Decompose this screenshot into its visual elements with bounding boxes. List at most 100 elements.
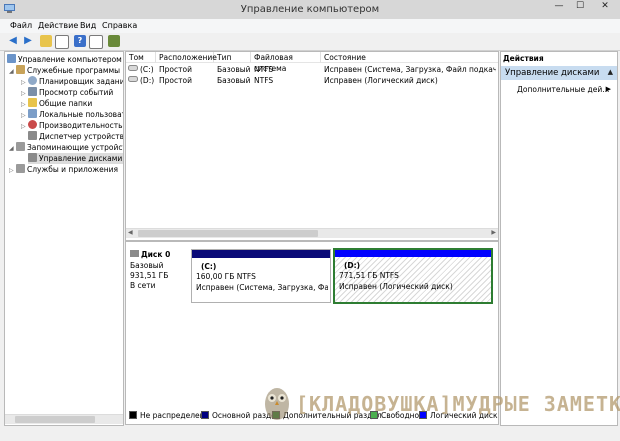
- window-title: Управление компьютером: [240, 4, 380, 15]
- tree-root[interactable]: Управление компьютером (л: [7, 54, 123, 65]
- table-row[interactable]: (C:) Простой Базовый NTFS Исправен (Сист…: [126, 64, 498, 75]
- scroll-left-icon[interactable]: ◀: [128, 229, 133, 236]
- disk-size: 931,51 ГБ: [130, 271, 169, 280]
- more-actions-item[interactable]: Дополнительные дей... ▶: [501, 84, 617, 95]
- event-viewer-icon: [28, 87, 37, 96]
- scrollbar-thumb[interactable]: [15, 416, 95, 423]
- legend: Не распределена Основной раздел Дополнит…: [125, 409, 498, 421]
- storage-icon: [16, 142, 25, 151]
- partition-label: (C:): [201, 262, 217, 271]
- volume-list-horizontal-scrollbar[interactable]: ◀ ▶: [126, 228, 498, 238]
- collapse-triangle-icon[interactable]: ▲: [608, 68, 613, 76]
- status-bar: [0, 426, 620, 441]
- clock-icon: [28, 76, 37, 85]
- expand-arrow-icon[interactable]: ▷: [21, 121, 28, 132]
- partition-d[interactable]: (D:) 771,51 ГБ NTFS Исправен (Логический…: [333, 248, 493, 304]
- disk-status: В сети: [130, 281, 156, 290]
- expand-arrow-icon[interactable]: ▷: [9, 165, 16, 176]
- legend-swatch: [419, 411, 427, 419]
- legend-logical: Логический диск: [419, 411, 498, 420]
- legend-swatch: [201, 411, 209, 419]
- volume-name: (C:): [140, 65, 154, 74]
- disk-management-icon: [28, 153, 37, 162]
- disk-header: Диск 0: [130, 250, 170, 259]
- device-manager-icon: [28, 131, 37, 140]
- tree-item-shared-folders[interactable]: ▷ Общие папки: [21, 98, 92, 109]
- tree-item-disk-management[interactable]: Управление дисками: [28, 153, 123, 164]
- toolbar: ◀ ▶ ?: [0, 33, 620, 51]
- menu-help[interactable]: Справка: [102, 21, 137, 30]
- legend-free: Свободно: [370, 411, 419, 420]
- legend-swatch: [272, 411, 280, 419]
- volume-location: Простой: [159, 76, 192, 85]
- disk-drive-icon: [130, 250, 139, 257]
- volume-type: Базовый: [217, 76, 251, 85]
- legend-swatch: [370, 411, 378, 419]
- tree-item-services-apps[interactable]: ▷ Службы и приложения: [9, 164, 118, 175]
- volume-filesystem: NTFS: [254, 65, 274, 74]
- legend-swatch: [129, 411, 137, 419]
- volume-name: (D:): [140, 76, 155, 85]
- actions-section-header[interactable]: Управление дисками ▲: [501, 66, 617, 80]
- collapse-arrow-icon[interactable]: ◢: [9, 143, 16, 154]
- close-button[interactable]: ✕: [592, 0, 618, 15]
- partition-label: (D:): [344, 261, 361, 270]
- actions-header: Действия: [503, 54, 544, 63]
- tree-item-event-viewer[interactable]: ▷ Просмотр событий: [21, 87, 113, 98]
- volume-status: Исправен (Система, Загрузка, Файл подкач…: [324, 65, 496, 74]
- title-bar: Управление компьютером — ☐ ✕: [0, 0, 620, 20]
- menu-action[interactable]: Действие: [38, 21, 78, 30]
- properties-icon[interactable]: [89, 35, 103, 49]
- services-icon: [16, 164, 25, 173]
- tree-item-storage[interactable]: ◢ Запоминающие устройст: [9, 142, 123, 154]
- tree-item-task-scheduler[interactable]: ▷ Планировщик заданий: [21, 76, 123, 87]
- disk-info[interactable]: Диск 0 Базовый 931,51 ГБ В сети: [130, 250, 188, 300]
- partition-status: Исправен (Система, Загрузка, Файл пс: [196, 283, 328, 292]
- primary-partition-bar: [192, 250, 330, 258]
- minimize-button[interactable]: —: [549, 0, 569, 15]
- tree-item-local-users[interactable]: ▷ Локальные пользовате: [21, 109, 123, 120]
- menu-file[interactable]: Файл: [10, 21, 32, 30]
- shared-folder-icon: [28, 98, 37, 107]
- volume-filesystem: NTFS: [254, 76, 274, 85]
- disk-type: Базовый: [130, 261, 164, 270]
- forward-arrow-icon[interactable]: ▶: [22, 35, 34, 47]
- legend-unallocated: Не распределена: [129, 411, 209, 420]
- volume-location: Простой: [159, 65, 192, 74]
- legend-extended: Дополнительный раздел: [272, 411, 382, 420]
- scrollbar-thumb[interactable]: [138, 230, 318, 237]
- tools-icon: [16, 65, 25, 74]
- up-folder-icon[interactable]: [40, 35, 52, 47]
- menu-view[interactable]: Вид: [80, 21, 96, 30]
- collapse-arrow-icon[interactable]: ◢: [9, 66, 16, 77]
- column-header-type[interactable]: Тип: [214, 52, 251, 63]
- volume-status: Исправен (Логический диск): [324, 76, 438, 85]
- logical-disk-bar: [335, 250, 491, 257]
- partition-size: 771,51 ГБ NTFS: [339, 271, 399, 280]
- drive-icon: [128, 64, 138, 75]
- column-header-file-system[interactable]: Файловая система: [251, 52, 321, 73]
- show-hide-tree-icon[interactable]: [55, 35, 69, 49]
- disk-view-pane: Диск 0 Базовый 931,51 ГБ В сети (C:) 160…: [125, 241, 499, 425]
- tree-item-performance[interactable]: ▷ Производительность: [21, 120, 123, 131]
- tree-item-utilities[interactable]: ◢ Служебные программы: [9, 65, 120, 76]
- submenu-arrow-icon: ▶: [605, 85, 611, 93]
- legend-primary: Основной раздел: [201, 411, 281, 420]
- performance-icon: [28, 120, 37, 129]
- back-arrow-icon[interactable]: ◀: [7, 35, 19, 47]
- table-row[interactable]: (D:) Простой Базовый NTFS Исправен (Логи…: [126, 75, 498, 86]
- partition-inner: (D:) 771,51 ГБ NTFS Исправен (Логический…: [338, 260, 470, 300]
- computer-icon: [7, 54, 16, 63]
- partition-size: 160,00 ГБ NTFS: [196, 272, 256, 281]
- column-header-location[interactable]: Расположение: [156, 52, 217, 63]
- tree-item-device-manager[interactable]: Диспетчер устройств: [28, 131, 123, 142]
- tree-horizontal-scrollbar[interactable]: [5, 414, 123, 424]
- partition-c[interactable]: (C:) 160,00 ГБ NTFS Исправен (Система, З…: [191, 249, 331, 303]
- column-header-status[interactable]: Состояние: [321, 52, 498, 63]
- snapin-icon[interactable]: [108, 35, 120, 47]
- scroll-right-icon[interactable]: ▶: [491, 229, 496, 236]
- help-icon[interactable]: ?: [74, 35, 86, 47]
- column-header-volume[interactable]: Том: [126, 52, 156, 63]
- maximize-button[interactable]: ☐: [570, 0, 590, 15]
- users-icon: [28, 109, 37, 118]
